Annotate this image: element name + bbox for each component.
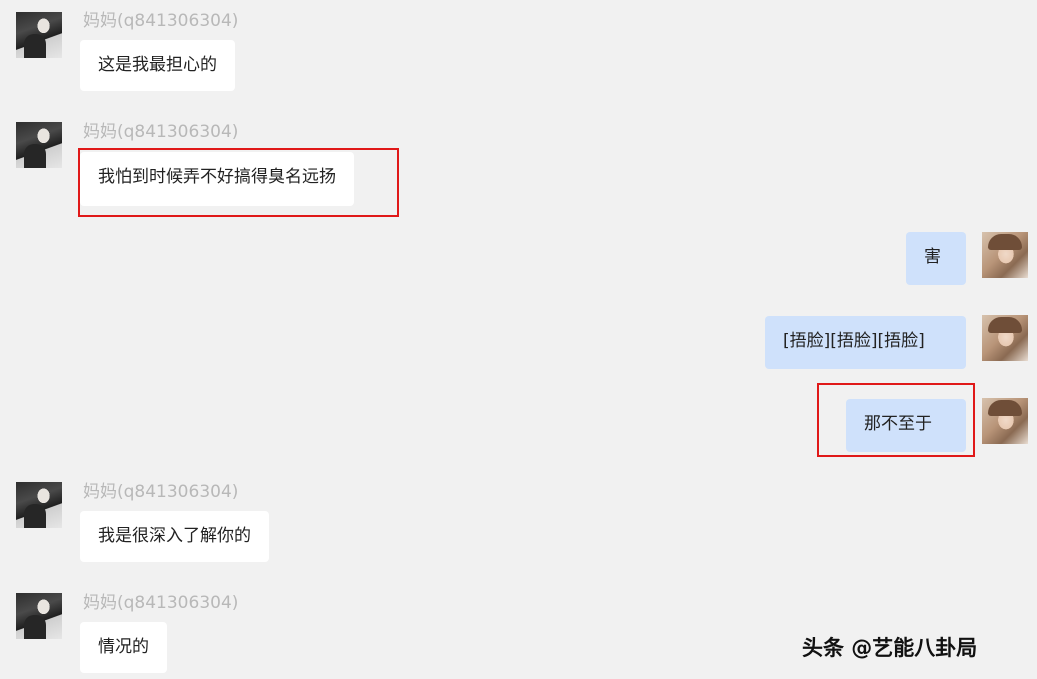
my-avatar[interactable]: [982, 232, 1028, 278]
highlight-box: [78, 148, 399, 217]
contact-avatar[interactable]: [16, 482, 62, 528]
my-avatar[interactable]: [982, 315, 1028, 361]
sender-name: 妈妈(q841306304): [83, 122, 239, 142]
message-bubble-outgoing[interactable]: 害: [906, 232, 966, 285]
contact-avatar[interactable]: [16, 122, 62, 168]
contact-avatar[interactable]: [16, 593, 62, 639]
my-avatar[interactable]: [982, 398, 1028, 444]
contact-avatar[interactable]: [16, 12, 62, 58]
sender-name: 妈妈(q841306304): [83, 11, 239, 31]
sender-name: 妈妈(q841306304): [83, 593, 239, 613]
watermark: 头条 @艺能八卦局: [802, 636, 978, 660]
message-bubble-incoming[interactable]: 我是很深入了解你的: [80, 511, 269, 562]
message-bubble-outgoing[interactable]: [捂脸][捂脸][捂脸]: [765, 316, 966, 369]
highlight-box: [817, 383, 975, 457]
message-bubble-incoming[interactable]: 这是我最担心的: [80, 40, 235, 91]
message-bubble-incoming[interactable]: 情况的: [80, 622, 167, 673]
sender-name: 妈妈(q841306304): [83, 482, 239, 502]
